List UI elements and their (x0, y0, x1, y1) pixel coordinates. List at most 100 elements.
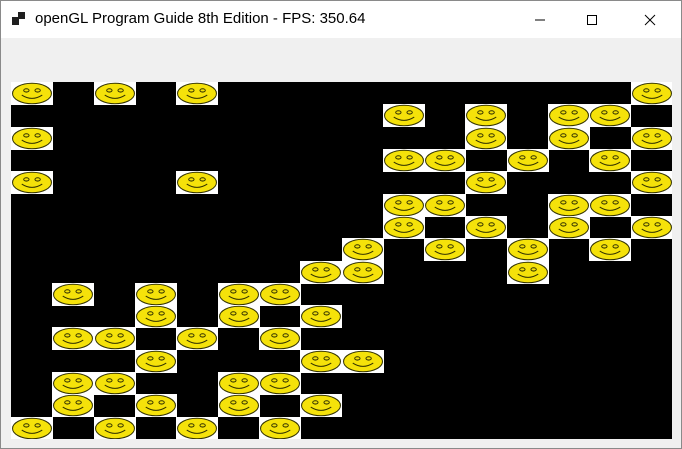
smiley-tile (93, 82, 136, 105)
smiley-face-icon (383, 149, 424, 172)
smiley-face-icon (301, 395, 342, 417)
smiley-tile (217, 282, 260, 306)
smiley-tile (134, 282, 177, 306)
smiley-face-icon (177, 171, 218, 194)
smiley-face-icon (466, 105, 507, 127)
close-button[interactable] (627, 1, 673, 38)
opengl-app-icon (12, 12, 26, 26)
smiley-face-icon (177, 82, 218, 105)
smiley-tile (506, 238, 549, 262)
smiley-tile (52, 327, 95, 351)
smiley-face-icon (549, 105, 590, 127)
smiley-tile (424, 148, 467, 172)
smiley-face-icon (218, 305, 259, 328)
smiley-tile (52, 394, 95, 418)
smiley-face-icon (466, 127, 507, 149)
smiley-tile (465, 126, 508, 150)
smiley-face-icon (259, 372, 300, 395)
smiley-tile (11, 171, 53, 195)
smiley-face-icon (94, 372, 135, 395)
smiley-tile (630, 215, 672, 239)
smiley-tile (217, 394, 260, 418)
smiley-face-icon (466, 171, 507, 194)
window-title: openGL Program Guide 8th Edition - FPS: … (35, 10, 366, 27)
close-icon (644, 14, 656, 25)
smiley-face-icon (94, 82, 135, 105)
smiley-tile (217, 372, 260, 396)
smiley-face-icon (177, 328, 218, 350)
smiley-face-icon (135, 350, 176, 373)
smiley-tile (217, 305, 260, 329)
smiley-face-icon (507, 149, 548, 172)
smiley-tile (176, 416, 219, 439)
smiley-tile (382, 148, 425, 172)
smiley-face-icon (53, 395, 94, 417)
smiley-tile (589, 148, 632, 172)
smiley-tile (465, 104, 508, 128)
smiley-face-icon (342, 238, 383, 261)
smiley-tile (300, 349, 343, 373)
title-bar[interactable]: openGL Program Guide 8th Edition - FPS: … (1, 1, 681, 38)
minimize-icon (535, 19, 545, 20)
smiley-face-icon (631, 171, 672, 194)
smiley-tile (52, 372, 95, 396)
smiley-face-icon (12, 417, 52, 439)
opengl-viewport[interactable] (11, 82, 672, 439)
smiley-tile (134, 349, 177, 373)
smiley-tile (589, 193, 632, 217)
smiley-face-icon (301, 350, 342, 373)
smiley-face-icon (507, 261, 548, 283)
maximize-button[interactable] (569, 1, 615, 38)
smiley-face-icon (218, 395, 259, 417)
smiley-face-icon (631, 127, 672, 149)
smiley-face-icon (135, 305, 176, 328)
smiley-tile (548, 104, 591, 128)
smiley-face-icon (342, 261, 383, 283)
smiley-face-icon (12, 127, 52, 149)
smiley-face-icon (94, 328, 135, 350)
smiley-tile (548, 126, 591, 150)
smiley-face-icon (135, 283, 176, 306)
smiley-tile (548, 193, 591, 217)
smiley-tile (134, 305, 177, 329)
smiley-face-icon (590, 105, 631, 127)
smiley-face-icon (301, 261, 342, 283)
smiley-tile (258, 282, 301, 306)
smiley-tile (93, 327, 136, 351)
smiley-tile (341, 349, 384, 373)
smiley-face-icon (94, 417, 135, 439)
smiley-tile (506, 148, 549, 172)
smiley-face-icon (631, 216, 672, 239)
smiley-tile (589, 104, 632, 128)
smiley-face-icon (383, 194, 424, 216)
smiley-face-icon (590, 238, 631, 261)
smiley-tile (465, 215, 508, 239)
smiley-face-icon (259, 283, 300, 306)
smiley-tile (11, 82, 53, 105)
smiley-face-icon (342, 350, 383, 373)
smiley-face-icon (590, 194, 631, 216)
smiley-tile (506, 260, 549, 284)
smiley-face-icon (301, 305, 342, 328)
smiley-tile (341, 238, 384, 262)
maximize-icon (587, 14, 597, 25)
minimize-button[interactable] (517, 1, 563, 38)
smiley-tile (424, 193, 467, 217)
smiley-face-icon (549, 194, 590, 216)
smiley-tile (341, 260, 384, 284)
smiley-face-icon (507, 238, 548, 261)
smiley-tile (93, 416, 136, 439)
smiley-face-icon (383, 105, 424, 127)
smiley-tile (258, 372, 301, 396)
smiley-tile (11, 416, 53, 439)
smiley-face-icon (549, 127, 590, 149)
smiley-tile (11, 126, 53, 150)
smiley-face-icon (135, 395, 176, 417)
smiley-tile (630, 126, 672, 150)
smiley-tile (258, 416, 301, 439)
smiley-face-icon (53, 283, 94, 306)
smiley-tile (424, 238, 467, 262)
smiley-face-icon (177, 417, 218, 439)
smiley-face-icon (466, 216, 507, 239)
smiley-face-icon (631, 82, 672, 105)
